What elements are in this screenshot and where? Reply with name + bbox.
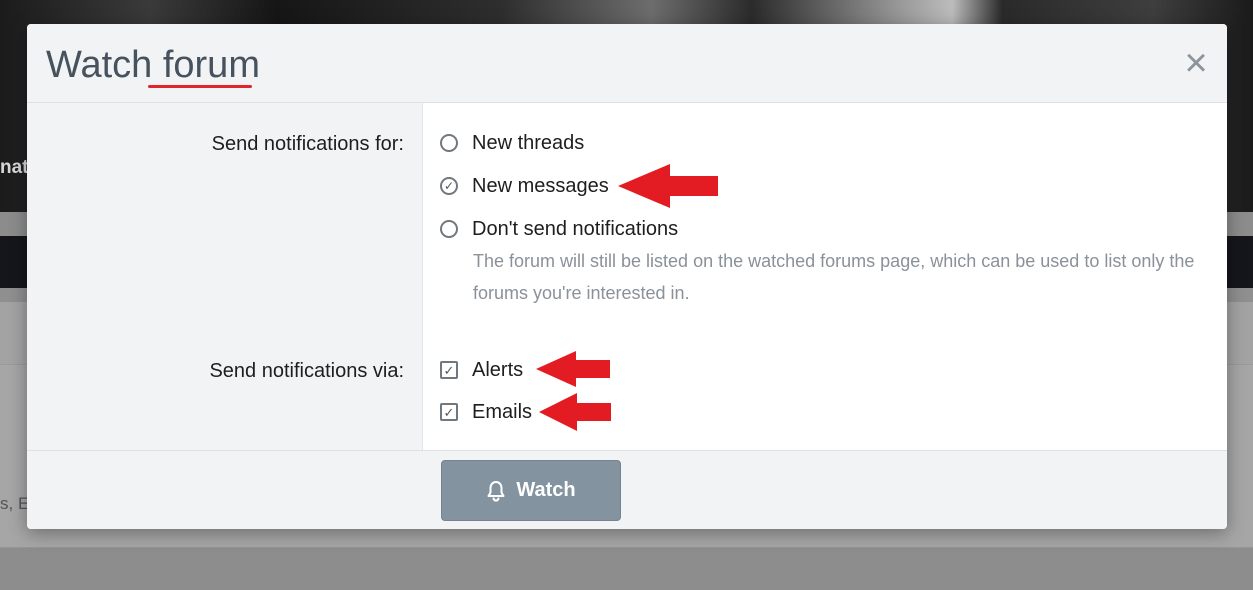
close-icon[interactable]: ×: [1180, 43, 1212, 83]
bell-icon: [487, 480, 505, 502]
background-footer: [0, 548, 1253, 590]
radio-selected-icon[interactable]: ✓: [440, 177, 458, 195]
radio-label: New threads: [472, 131, 585, 154]
checkbox-emails[interactable]: ✓ Emails: [440, 399, 532, 425]
annotation-arrow-icon: [618, 164, 718, 208]
notifications-via-label: Send notifications via:: [209, 360, 404, 382]
dialog-body: Send notifications for: Send notificatio…: [27, 103, 1227, 450]
background-content-text: s, E: [0, 494, 30, 513]
checkbox-checked-icon[interactable]: ✓: [440, 361, 458, 379]
radio-label: Don't send notifications: [472, 217, 679, 240]
dialog-footer: Watch: [27, 450, 1227, 529]
dont-send-hint: The forum will still be listed on the wa…: [473, 251, 1195, 303]
label-column: Send notifications for: Send notificatio…: [27, 103, 423, 450]
checkbox-checked-icon[interactable]: ✓: [440, 403, 458, 421]
radio-unselected-icon[interactable]: [440, 134, 458, 152]
watch-forum-dialog: Watch forum × Send notifications for: Se…: [27, 24, 1227, 529]
dialog-header: Watch forum ×: [27, 24, 1227, 103]
background-banner-text: nat: [0, 157, 29, 178]
notifications-for-label: Send notifications for:: [211, 133, 404, 155]
radio-dont-send[interactable]: Don't send notifications: [440, 216, 678, 242]
checkbox-label: Emails: [472, 400, 533, 423]
radio-unselected-icon[interactable]: [440, 220, 458, 238]
annotation-arrow-icon: [539, 393, 611, 431]
watch-button-label: Watch: [516, 479, 576, 501]
annotation-arrow-icon: [536, 351, 610, 387]
annotation-underline: [148, 85, 252, 88]
checkbox-alerts[interactable]: ✓ Alerts: [440, 357, 523, 383]
radio-label: New messages: [472, 174, 609, 197]
dialog-title: Watch forum: [46, 44, 260, 86]
checkbox-label: Alerts: [472, 358, 524, 381]
radio-new-messages[interactable]: ✓ New messages: [440, 173, 609, 199]
watch-button[interactable]: Watch: [441, 460, 621, 521]
radio-new-threads[interactable]: New threads: [440, 130, 584, 156]
